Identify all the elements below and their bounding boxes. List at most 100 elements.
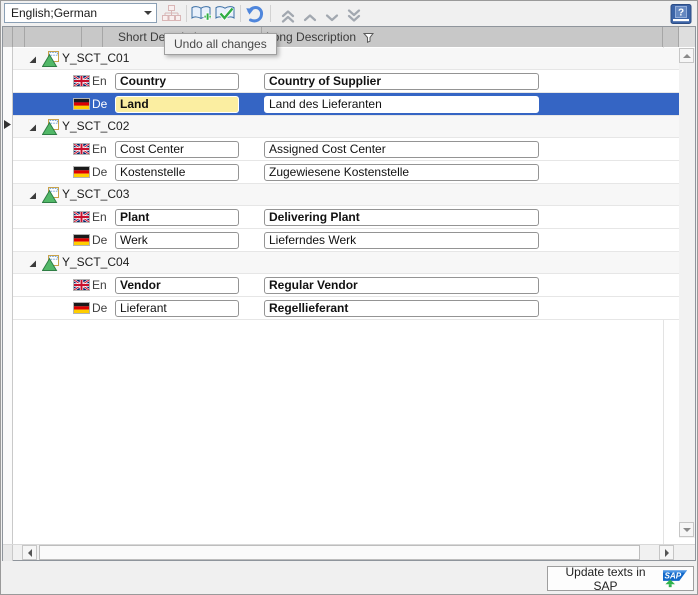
current-row-marker-icon — [4, 120, 11, 129]
dictionary-add-icon — [191, 5, 212, 22]
uk-flag-icon — [74, 76, 89, 86]
triangle-left-icon — [28, 549, 32, 557]
sap-logo-text: SAP — [664, 571, 681, 580]
short-description-input[interactable]: Cost Center — [115, 141, 239, 158]
germany-flag-icon — [74, 303, 89, 313]
language-code: En — [92, 70, 107, 92]
scroll-up-button[interactable] — [679, 48, 694, 63]
long-description-input[interactable]: Land des Lieferanten — [264, 96, 539, 113]
translation-row-en[interactable]: En Vendor Regular Vendor — [13, 274, 679, 297]
expand-collapse-icon[interactable] — [28, 55, 37, 64]
language-code: De — [92, 161, 107, 183]
group-row-y-sct-c02[interactable]: Y_SCT_C02 — [13, 116, 679, 138]
column-header-long-description[interactable]: Long Description — [262, 27, 663, 47]
hierarchy-icon — [162, 5, 181, 22]
group-row-y-sct-c03[interactable]: Y_SCT_C03 — [13, 184, 679, 206]
structure-icon — [42, 119, 59, 135]
grid-header: Short Description Long Description — [3, 27, 695, 47]
short-description-input[interactable]: Werk — [115, 232, 239, 249]
long-description-input[interactable]: Country of Supplier — [264, 73, 539, 90]
group-key-label: Y_SCT_C03 — [62, 184, 129, 205]
uk-flag-icon — [74, 212, 89, 222]
language-code: En — [92, 206, 107, 228]
translation-row-de[interactable]: De Lieferant Regellieferant — [13, 297, 679, 320]
long-description-input[interactable]: Zugewiesene Kostenstelle — [264, 164, 539, 181]
scroll-right-button[interactable] — [659, 545, 674, 560]
structure-icon — [42, 255, 59, 271]
germany-flag-icon — [74, 99, 89, 109]
language-code: En — [92, 274, 107, 296]
language-dropdown-value: English;German — [5, 6, 140, 20]
rows-container: Y_SCT_C01 En Country Country of Supplier… — [13, 48, 679, 320]
expand-collapse-icon[interactable] — [28, 259, 37, 268]
language-code: De — [92, 297, 107, 319]
toolbar-separator — [186, 5, 187, 22]
header-empty-cell — [25, 27, 82, 47]
short-description-input[interactable]: Kostenstelle — [115, 164, 239, 181]
toolbar: English;German — [1, 1, 697, 26]
translation-row-de[interactable]: De Kostenstelle Zugewiesene Kostenstelle — [13, 161, 679, 184]
short-description-input[interactable]: Vendor — [115, 277, 239, 294]
uk-flag-icon — [74, 144, 89, 154]
header-empty-cell — [82, 27, 103, 47]
triangle-right-icon — [665, 549, 669, 557]
status-bar: Update texts in SAP SAP — [1, 561, 697, 594]
short-description-input[interactable]: Country — [115, 73, 239, 90]
translation-grid-panel: Short Description Long Description — [2, 26, 696, 561]
long-description-input[interactable]: Delivering Plant — [264, 209, 539, 226]
translation-row-en[interactable]: En Country Country of Supplier — [13, 70, 679, 93]
group-row-y-sct-c01[interactable]: Y_SCT_C01 — [13, 48, 679, 70]
translation-row-de[interactable]: De Werk Lieferndes Werk — [13, 229, 679, 252]
group-row-y-sct-c04[interactable]: Y_SCT_C04 — [13, 252, 679, 274]
grid-body: Y_SCT_C01 En Country Country of Supplier… — [3, 47, 695, 544]
long-description-input[interactable]: Regular Vendor — [264, 277, 539, 294]
dictionary-add-button[interactable] — [190, 4, 212, 23]
expand-collapse-icon[interactable] — [28, 191, 37, 200]
short-description-input[interactable]: Land — [115, 96, 239, 113]
navigate-first-button[interactable] — [277, 6, 299, 25]
update-texts-button[interactable]: Update texts in SAP SAP — [547, 566, 694, 591]
tooltip: Undo all changes — [164, 33, 277, 55]
language-code: En — [92, 138, 107, 160]
navigate-next-button[interactable] — [321, 8, 343, 27]
short-description-input[interactable]: Plant — [115, 209, 239, 226]
expand-collapse-icon[interactable] — [28, 123, 37, 132]
group-key-label: Y_SCT_C02 — [62, 116, 129, 137]
translation-row-de[interactable]: De Land Land des Lieferanten — [13, 93, 679, 116]
translation-row-en[interactable]: En Cost Center Assigned Cost Center — [13, 138, 679, 161]
scroll-down-button[interactable] — [679, 522, 694, 537]
long-description-input[interactable]: Assigned Cost Center — [264, 141, 539, 158]
chevron-double-up-icon — [281, 9, 295, 23]
structure-icon — [42, 187, 59, 203]
help-glyph: ? — [678, 7, 684, 18]
long-description-input[interactable]: Lieferndes Werk — [264, 232, 539, 249]
language-code: De — [92, 229, 107, 251]
long-description-header-label: Long Description — [266, 30, 356, 44]
horizontal-scrollbar[interactable] — [3, 544, 695, 560]
help-button[interactable]: ? — [669, 3, 693, 24]
filter-icon[interactable] — [363, 32, 374, 43]
uk-flag-icon — [74, 280, 89, 290]
undo-all-button[interactable] — [244, 4, 266, 23]
translation-tool-window: English;German — [0, 0, 698, 595]
toolbar-separator — [270, 5, 271, 22]
short-description-input[interactable]: Lieferant — [115, 300, 239, 317]
group-key-label: Y_SCT_C04 — [62, 252, 129, 273]
dictionary-check-button[interactable] — [214, 4, 236, 23]
vertical-scrollbar[interactable] — [679, 48, 695, 538]
language-dropdown[interactable]: English;German — [4, 3, 157, 23]
chevron-up-icon — [303, 13, 317, 22]
germany-flag-icon — [74, 167, 89, 177]
scroll-left-button[interactable] — [22, 545, 37, 560]
navigate-previous-button[interactable] — [299, 8, 321, 27]
structure-icon — [42, 51, 59, 67]
hierarchy-button[interactable] — [160, 4, 182, 23]
help-book-icon: ? — [670, 4, 692, 24]
navigate-last-button[interactable] — [343, 6, 365, 25]
long-description-input[interactable]: Regellieferant — [264, 300, 539, 317]
translation-row-en[interactable]: En Plant Delivering Plant — [13, 206, 679, 229]
chevron-down-icon — [325, 13, 339, 22]
undo-icon — [245, 5, 265, 23]
chevron-down-icon[interactable] — [140, 4, 156, 22]
horizontal-scroll-thumb[interactable] — [39, 545, 640, 560]
